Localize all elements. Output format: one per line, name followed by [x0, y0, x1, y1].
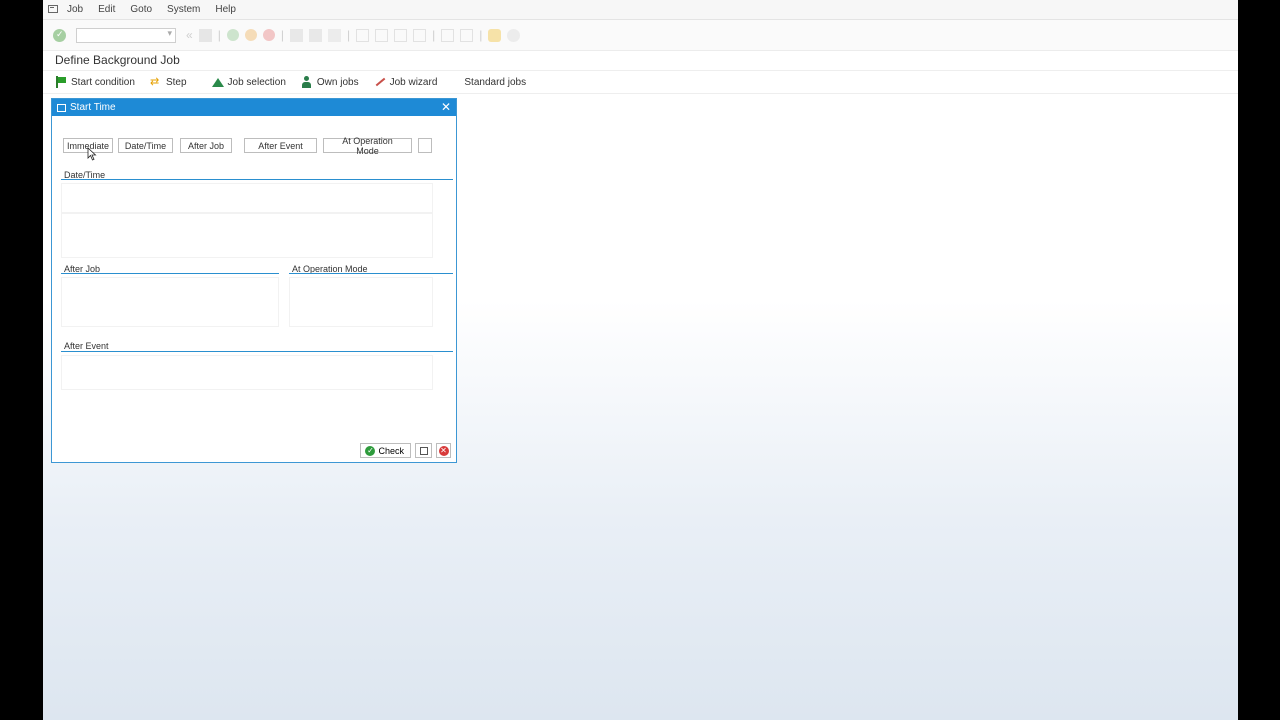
step-button[interactable]: ⇄ Step: [150, 76, 187, 88]
close-icon[interactable]: ✕: [441, 100, 451, 114]
check-icon: ✓: [365, 445, 376, 456]
save-button[interactable]: [415, 443, 432, 458]
customize-layout-icon[interactable]: [507, 28, 521, 42]
after-job-fields-area: [61, 277, 279, 327]
enter-check-icon[interactable]: [53, 28, 66, 42]
page-title: Define Background Job: [55, 53, 180, 67]
job-selection-button[interactable]: Job selection: [211, 76, 286, 88]
date-time-fields-area: [61, 183, 433, 213]
menu-bar: Job Edit Goto System Help: [43, 0, 1238, 20]
menu-edit[interactable]: Edit: [98, 4, 115, 15]
check-button[interactable]: ✓ Check: [360, 443, 411, 458]
standard-jobs-button[interactable]: Standard jobs: [464, 77, 526, 88]
own-jobs-label: Own jobs: [316, 76, 359, 88]
date-time-divider: [61, 179, 453, 180]
print-icon[interactable]: [289, 28, 303, 42]
after-event-button[interactable]: After Event: [244, 138, 317, 153]
dialog-footer: ✓ Check ✕: [360, 443, 451, 458]
wand-icon: [374, 76, 386, 88]
menu-goto[interactable]: Goto: [130, 4, 152, 15]
cancel-button[interactable]: ✕: [436, 443, 451, 458]
shortcut-icon[interactable]: [460, 28, 474, 42]
dialog-icon: [57, 103, 66, 112]
at-operation-mode-button[interactable]: At Operation Mode: [323, 136, 412, 156]
first-page-icon[interactable]: [356, 28, 370, 42]
step-label: Step: [165, 76, 187, 88]
flag-icon: [55, 76, 67, 88]
after-job-divider: [61, 273, 279, 274]
after-event-section-title: After Event: [64, 341, 109, 351]
start-condition-label: Start condition: [71, 76, 135, 88]
date-time-options-area: [61, 213, 433, 258]
save-icon: [419, 446, 428, 455]
standard-toolbar: « | | | | |: [43, 20, 1238, 51]
application-toolbar: Start condition ⇄ Step Job selection Own…: [43, 70, 1238, 94]
job-selection-label: Job selection: [227, 76, 286, 88]
start-time-dialog: Start Time ✕ Immediate Date/Time After J…: [51, 98, 457, 463]
previous-page-icon[interactable]: [375, 28, 389, 42]
command-field[interactable]: [76, 27, 176, 43]
start-type-buttons: Immediate Date/Time After Job After Even…: [63, 136, 432, 156]
after-job-button[interactable]: After Job: [180, 138, 232, 153]
check-label: Check: [378, 445, 404, 456]
standard-jobs-label: Standard jobs: [464, 76, 527, 88]
find-next-icon[interactable]: [327, 28, 341, 42]
start-condition-button[interactable]: Start condition: [55, 76, 135, 88]
mouse-pointer-icon: [87, 147, 97, 161]
at-operation-mode-fields-area: [289, 277, 433, 327]
system-menu-icon[interactable]: [48, 4, 58, 13]
step-icon: ⇄: [149, 76, 160, 88]
date-time-section-title: Date/Time: [64, 170, 106, 180]
help-icon[interactable]: [488, 28, 502, 42]
find-icon[interactable]: [308, 28, 322, 42]
last-page-icon[interactable]: [413, 28, 427, 42]
menu-job[interactable]: Job: [67, 4, 83, 15]
mountain-icon: [211, 76, 224, 88]
job-wizard-label: Job wizard: [389, 76, 438, 88]
save-icon[interactable]: [198, 28, 212, 42]
own-jobs-button[interactable]: Own jobs: [301, 76, 359, 88]
next-page-icon[interactable]: [394, 28, 408, 42]
exit-icon[interactable]: [244, 29, 257, 41]
back-double-icon[interactable]: «: [186, 28, 193, 42]
cancel-icon[interactable]: [262, 29, 275, 41]
sap-window: Job Edit Goto System Help « | | | | | De…: [43, 0, 1238, 720]
back-icon[interactable]: [226, 29, 239, 41]
after-event-divider: [61, 351, 453, 352]
at-operation-mode-divider: [289, 273, 453, 274]
menu-help[interactable]: Help: [215, 4, 236, 15]
person-icon: [301, 76, 313, 88]
more-button[interactable]: [418, 138, 432, 153]
dialog-title: Start Time: [70, 102, 116, 113]
cancel-icon: ✕: [438, 445, 449, 456]
job-wizard-button[interactable]: Job wizard: [374, 76, 438, 88]
new-session-icon[interactable]: [441, 28, 455, 42]
after-event-fields-area: [61, 355, 433, 390]
dialog-header: Start Time ✕: [52, 99, 456, 116]
date-time-button[interactable]: Date/Time: [118, 138, 173, 153]
menu-system[interactable]: System: [167, 4, 200, 15]
